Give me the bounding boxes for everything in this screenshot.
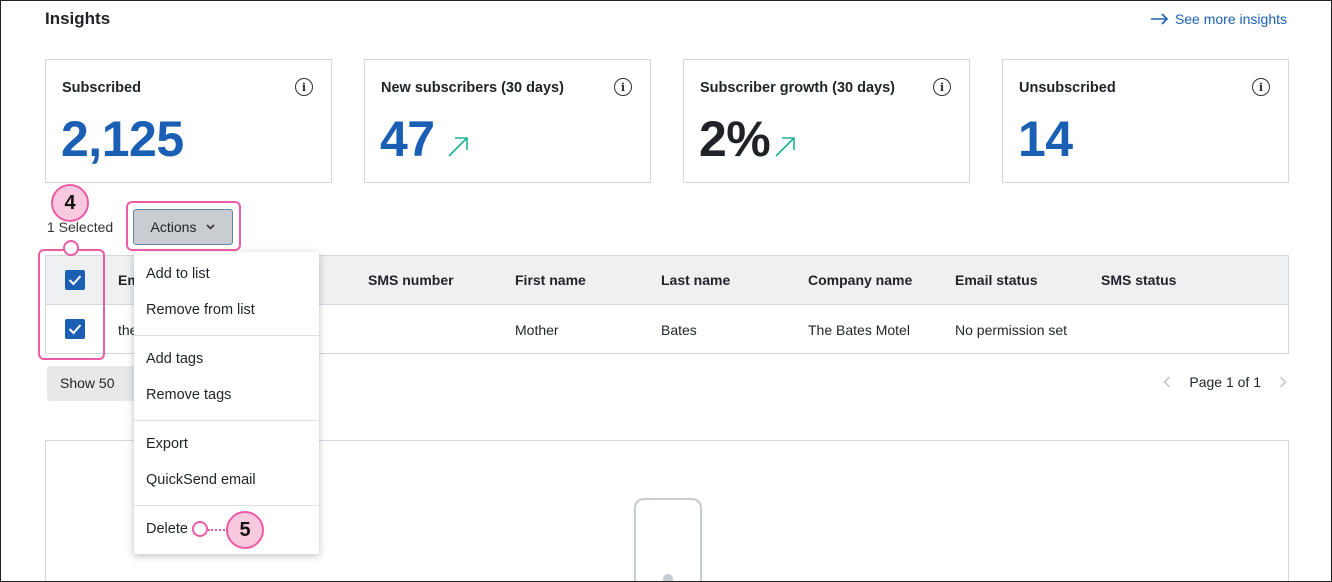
- card-label: Subscriber growth (30 days): [700, 80, 895, 96]
- page-indicator: Page 1 of 1: [1189, 374, 1261, 390]
- menu-item-export[interactable]: Export: [146, 436, 188, 452]
- actions-menu: Add to list Remove from list Add tags Re…: [134, 252, 319, 554]
- column-company-name[interactable]: Company name: [808, 272, 912, 288]
- card-label: New subscribers (30 days): [381, 80, 564, 96]
- page-title: Insights: [45, 9, 111, 28]
- chevron-right-icon[interactable]: [1279, 376, 1287, 388]
- insights-page: Insights See more insights Subscribed i …: [0, 0, 1332, 582]
- menu-item-add-to-list[interactable]: Add to list: [146, 266, 210, 282]
- card-label: Subscribed: [62, 80, 141, 96]
- step-5-badge: 5: [226, 511, 264, 549]
- menu-item-delete[interactable]: Delete: [146, 521, 188, 537]
- column-email-status[interactable]: Email status: [955, 272, 1037, 288]
- trend-up-icon: [775, 137, 795, 157]
- menu-divider: [134, 505, 319, 506]
- phone-illustration-icon: [634, 498, 702, 581]
- column-sms-number[interactable]: SMS number: [368, 272, 454, 288]
- page-size-select[interactable]: Show 50: [47, 366, 143, 401]
- menu-divider: [134, 335, 319, 336]
- cell-email-status: No permission set: [955, 322, 1068, 338]
- card-label: Unsubscribed: [1019, 80, 1116, 96]
- card-new-subscribers: New subscribers (30 days) i 47: [364, 59, 651, 183]
- pagination: Page 1 of 1: [1163, 374, 1287, 390]
- card-unsubscribed: Unsubscribed i 14: [1002, 59, 1289, 183]
- info-icon[interactable]: i: [614, 78, 632, 96]
- see-more-label: See more insights: [1174, 11, 1287, 27]
- column-first-name[interactable]: First name: [515, 272, 586, 288]
- cell-company-name: The Bates Motel: [808, 322, 910, 338]
- info-icon[interactable]: i: [1252, 78, 1270, 96]
- info-icon[interactable]: i: [295, 78, 313, 96]
- selected-count: 1 Selected: [47, 219, 114, 235]
- menu-item-quicksend-email[interactable]: QuickSend email: [146, 472, 256, 488]
- arrow-right-icon: [1150, 13, 1169, 25]
- checkbox-highlight: [38, 249, 105, 360]
- card-value: 14: [1018, 111, 1073, 167]
- step-4-pointer: [63, 240, 79, 256]
- card-subscribed: Subscribed i 2,125: [45, 59, 332, 183]
- info-icon[interactable]: i: [933, 78, 951, 96]
- column-sms-status[interactable]: SMS status: [1101, 272, 1176, 288]
- column-last-name[interactable]: Last name: [661, 272, 730, 288]
- step-5-pointer: [192, 521, 208, 537]
- menu-item-remove-tags[interactable]: Remove tags: [146, 387, 231, 403]
- cell-last-name: Bates: [661, 322, 697, 338]
- phone-button-icon: [663, 574, 673, 581]
- menu-item-remove-from-list[interactable]: Remove from list: [146, 302, 255, 318]
- step-4-badge: 4: [51, 184, 89, 222]
- chevron-left-icon[interactable]: [1163, 376, 1171, 388]
- menu-divider: [134, 420, 319, 421]
- card-value: 2,125: [61, 111, 184, 167]
- actions-highlight: [126, 201, 241, 251]
- trend-up-icon: [448, 137, 468, 157]
- cell-first-name: Mother: [515, 322, 559, 338]
- see-more-insights-link[interactable]: See more insights: [1150, 11, 1287, 27]
- step-5-connector: [208, 529, 228, 531]
- card-subscriber-growth: Subscriber growth (30 days) i 2%: [683, 59, 970, 183]
- card-value: 2%: [699, 111, 771, 167]
- menu-item-add-tags[interactable]: Add tags: [146, 351, 203, 367]
- card-value: 47: [380, 111, 435, 167]
